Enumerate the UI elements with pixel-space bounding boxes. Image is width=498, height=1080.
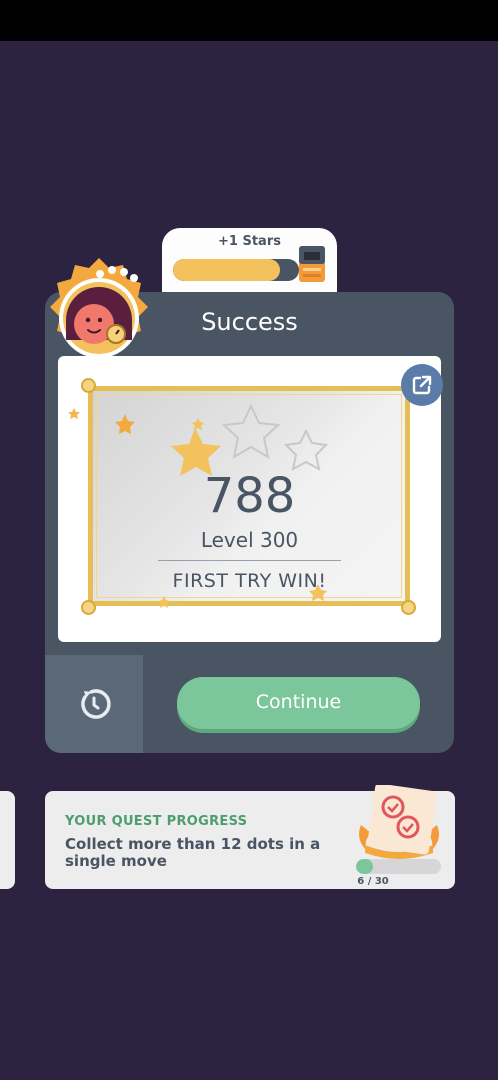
stars-progress-fill	[173, 259, 281, 281]
stars-progress-bar	[173, 259, 299, 281]
chest-icon	[299, 246, 325, 282]
frame-corner	[81, 378, 96, 393]
previous-quest-card[interactable]	[0, 791, 15, 889]
player-avatar-badge	[50, 258, 148, 358]
retry-button[interactable]	[45, 655, 143, 753]
frame-corner	[401, 600, 416, 615]
score-value: 788	[203, 468, 296, 524]
score-panel: 788 Level 300 FIRST TRY WIN!	[58, 356, 443, 642]
first-try-label: FIRST TRY WIN!	[172, 570, 327, 592]
badge-dot	[120, 268, 128, 276]
divider	[158, 560, 341, 561]
retry-icon	[81, 689, 111, 719]
level-label: Level 300	[200, 528, 299, 552]
badge-dot	[130, 274, 138, 282]
badge-dot	[108, 266, 116, 274]
status-bar	[0, 0, 498, 41]
share-icon	[412, 375, 432, 395]
quest-heading: YOUR QUEST PROGRESS	[65, 814, 248, 829]
quest-description: Collect more than 12 dots in a single mo…	[65, 835, 321, 870]
quest-card-icon	[359, 785, 439, 859]
quest-progress-count: 6 / 30	[357, 876, 389, 887]
quest-progress-card[interactable]: YOUR QUEST PROGRESS Collect more than 12…	[45, 785, 455, 889]
frame-corner	[81, 600, 96, 615]
sparkle-star-icon	[68, 408, 80, 419]
continue-button[interactable]: Continue	[177, 677, 420, 729]
badge-dot	[96, 270, 104, 278]
share-button[interactable]	[401, 364, 443, 406]
